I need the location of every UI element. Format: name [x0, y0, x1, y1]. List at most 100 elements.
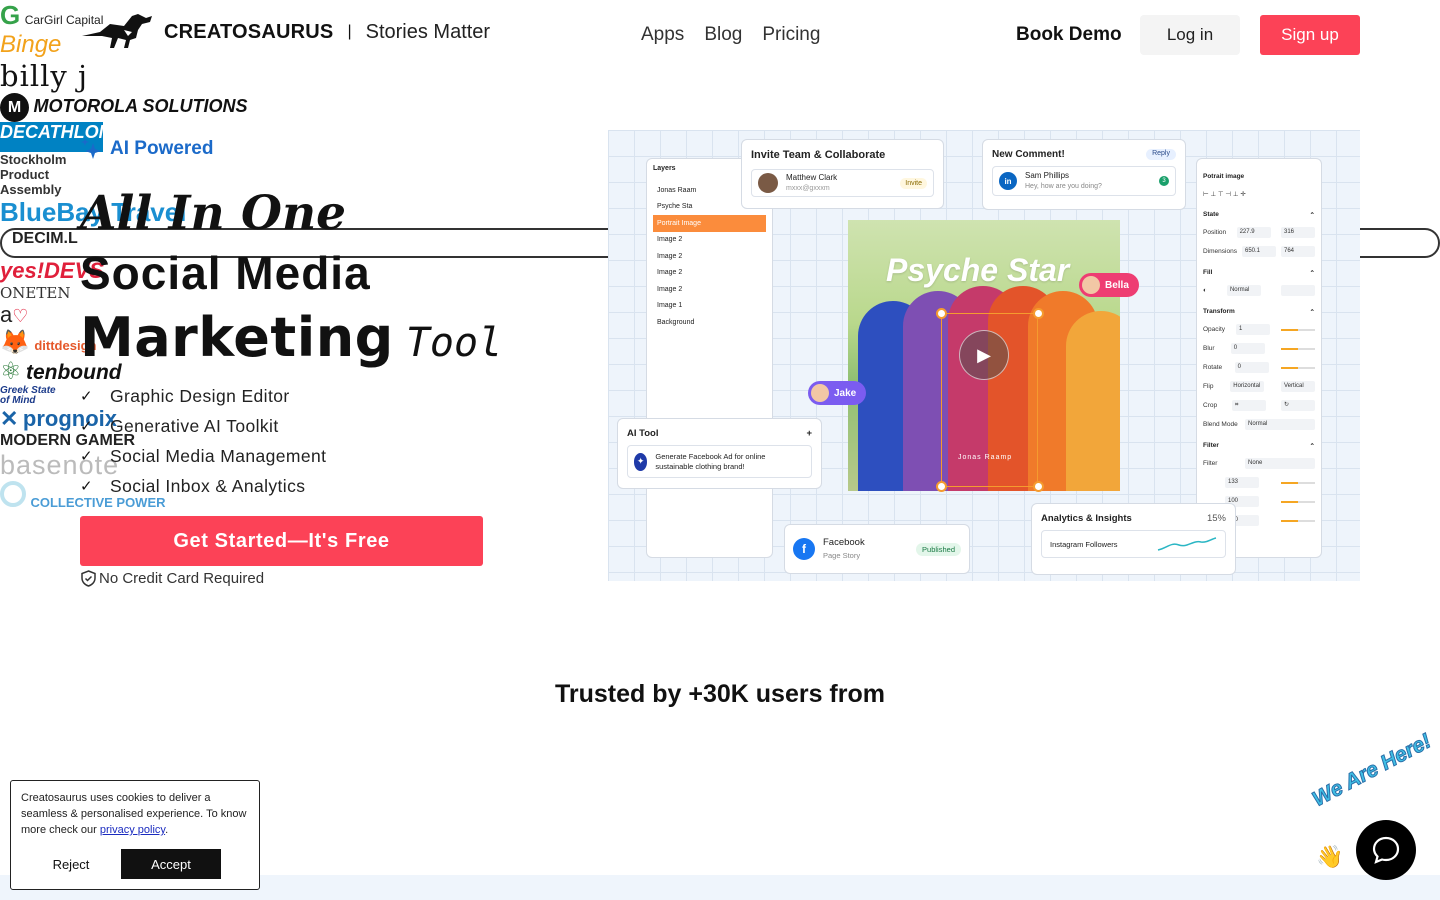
brand-separator: |: [347, 23, 352, 40]
collaborator-tag-bella: Bella: [1079, 273, 1139, 297]
comment-row: in Sam Phillips Hey, how are you doing? …: [992, 166, 1176, 196]
play-icon: ▶: [959, 330, 1009, 380]
product-mockup-image: Layers Jonas Raam Psyche Sta Portrait Im…: [608, 130, 1360, 581]
tag-label: Bella: [1105, 279, 1129, 291]
heart-check-icon: ♡: [12, 306, 29, 326]
comment-count-badge: 3: [1159, 176, 1169, 186]
avatar: [758, 173, 778, 193]
motorola-label: MOTOROLA SOLUTIONS: [33, 96, 248, 116]
waving-hand-icon: 👋: [1316, 844, 1344, 869]
cookie-end: .: [165, 824, 169, 836]
filter-section: Filter ⌃: [1203, 442, 1315, 450]
main-nav: Apps Blog Pricing: [641, 24, 820, 46]
layer-item: Image 2: [657, 285, 683, 293]
blend-row: Blend Mode Normal: [1203, 415, 1315, 434]
invite-team-card: Invite Team & Collaborate Matthew Clark …: [741, 139, 944, 209]
trusted-heading: Trusted by +30K users from: [555, 680, 885, 708]
login-button[interactable]: Log in: [1140, 15, 1240, 55]
filter-val: None: [1245, 458, 1315, 469]
nav-blog[interactable]: Blog: [704, 24, 742, 46]
site-header: CREATOSAURUS | Stories Matter Apps Blog …: [0, 0, 1440, 70]
no-credit-card-label: No Credit Card Required: [99, 570, 265, 587]
brand-name: CREATOSAURUS: [164, 20, 334, 43]
fill-mode: Normal: [1226, 285, 1261, 296]
poster-title: Psyche Star: [886, 252, 1070, 288]
atom-icon: ⚛: [0, 358, 22, 385]
hero-heading-tool: Tool: [405, 320, 503, 366]
collaborator-tag-jake: Jake: [808, 381, 867, 405]
logo-motorola: M MOTOROLA SOLUTIONS: [0, 93, 1440, 122]
nav-pricing[interactable]: Pricing: [762, 24, 820, 46]
get-started-button[interactable]: Get Started—It's Free: [80, 516, 483, 566]
comment-title: New Comment!: [992, 149, 1065, 160]
transform-label: Transform: [1203, 308, 1235, 315]
filter-label: Filter: [1203, 460, 1218, 467]
invite-chip: Invite: [900, 177, 927, 189]
state-label: State: [1203, 211, 1219, 218]
rotate-label: Rotate: [1203, 364, 1223, 371]
comment-body: Sam Phillips Hey, how are you doing?: [1025, 171, 1102, 192]
align-row: ⊢ ⊥ ⊤ ⊣ ⊥ ✛: [1203, 190, 1246, 198]
chat-widget: We Are Here! 👋: [1308, 729, 1440, 880]
properties-panel: Potrait image ⊢ ⊥ ⊤ ⊣ ⊥ ✛ State ⌃ Positio…: [1196, 158, 1322, 558]
crop-label: Crop: [1203, 402, 1218, 409]
layer-item: Image 2: [657, 252, 683, 260]
props-title: Potrait image: [1203, 173, 1245, 180]
filter-title: Filter: [1203, 442, 1219, 449]
invitee-name: Matthew Clark: [786, 172, 838, 182]
sparkle-icon: ✦: [634, 452, 648, 471]
rotate-slider: [1281, 366, 1315, 369]
dinosaur-logo-icon: [82, 14, 152, 48]
motorola-m-icon: M: [0, 93, 29, 122]
sparkle-icon: [81, 138, 101, 159]
layers-panel: Layers Jonas Raam Psyche Sta Portrait Im…: [646, 158, 773, 558]
flip-row: Flip Horizontal Vertical: [1203, 377, 1315, 396]
layer-item: Image 1: [657, 302, 683, 310]
comment-header: New Comment! Reply: [992, 149, 1176, 160]
layer-item: Background: [657, 318, 695, 326]
book-demo-link[interactable]: Book Demo: [1016, 24, 1122, 46]
brand-logo[interactable]: CREATOSAURUS | Stories Matter: [80, 14, 490, 50]
avatar: [811, 384, 829, 402]
check-icon: ✓: [80, 418, 93, 435]
logo-partial-label: a: [0, 302, 13, 327]
hero-heading-marketing: Marketing: [80, 306, 394, 369]
invitee-email: mxxx@gxxxm: [786, 184, 830, 192]
dim-w: 650.1: [1241, 246, 1276, 257]
prognoix-mark-icon: ✕: [0, 406, 19, 431]
feature-list: ✓ Graphic Design Editor ✓ Generative AI To…: [80, 381, 326, 501]
feature-item: ✓ Social Inbox & Analytics: [80, 471, 326, 501]
feature-label: Social Inbox & Analytics: [110, 475, 306, 496]
ai-prompt-text: Generate Facebook Ad for online sustaina…: [655, 451, 766, 471]
analytics-pct: 15%: [1206, 513, 1226, 524]
brand-tagline: Stories Matter: [365, 20, 491, 43]
linkedin-icon: in: [999, 172, 1017, 190]
nav-apps[interactable]: Apps: [641, 24, 684, 46]
hero-heading-line1: All In One: [80, 186, 347, 241]
position-row: Position 227.9 316: [1203, 223, 1315, 242]
analytics-header: Analytics & Insights 15%: [1041, 513, 1226, 524]
feature-item: ✓ Generative AI Toolkit: [80, 411, 326, 441]
open-chat-button[interactable]: [1356, 820, 1416, 880]
facebook-post-info: Facebook Page Story: [823, 536, 865, 562]
filter-1: 133: [1225, 477, 1259, 488]
privacy-policy-link[interactable]: privacy policy: [100, 824, 165, 836]
no-credit-card-note: No Credit Card Required: [80, 570, 264, 587]
ai-prompt-row: ✦ Generate Facebook Ad for online sustai…: [627, 445, 812, 478]
reject-cookies-button[interactable]: Reject: [21, 849, 121, 879]
analytics-card: Analytics & Insights 15% Instagram Follow…: [1031, 503, 1236, 575]
filter-slider-row: 133: [1203, 473, 1315, 492]
signup-button[interactable]: Sign up: [1260, 15, 1360, 55]
ai-tool-title: AI Tool: [627, 428, 659, 439]
ai-tool-header: AI Tool +: [627, 428, 812, 439]
crop-icon: ⌗: [1232, 400, 1267, 411]
accept-cookies-button[interactable]: Accept: [121, 849, 221, 879]
flip-v: Vertical: [1280, 381, 1315, 392]
check-icon: ✓: [80, 448, 93, 465]
logo-greek: Greek State of Mind: [0, 385, 56, 406]
chat-bubble-icon: [1372, 836, 1400, 864]
reset-icon: ↻: [1281, 400, 1315, 411]
hero-heading-line3: Marketing Tool: [80, 306, 502, 369]
blend-val: Normal: [1245, 419, 1315, 430]
crop-row: Crop ⌗ ↻: [1203, 396, 1315, 415]
